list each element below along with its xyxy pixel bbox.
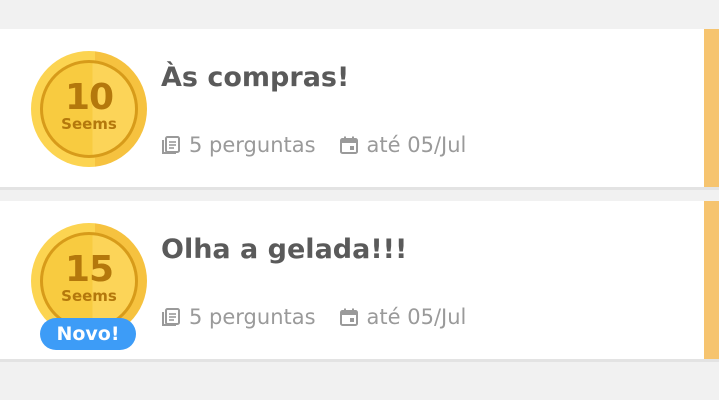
card-accent-bar bbox=[704, 29, 719, 187]
reward-unit: Seems bbox=[61, 287, 117, 305]
calendar-icon bbox=[339, 135, 359, 155]
calendar-icon bbox=[339, 307, 359, 327]
new-badge: Novo! bbox=[40, 318, 136, 350]
quiz-title: Às compras! bbox=[161, 62, 350, 93]
reward-coin: 10 Seems bbox=[31, 51, 147, 167]
deadline-label: até 05/Jul bbox=[366, 305, 467, 329]
questions-icon bbox=[161, 307, 181, 327]
questions-count: 5 perguntas bbox=[161, 132, 316, 158]
quiz-title: Olha a gelada!!! bbox=[161, 234, 408, 265]
reward-coin-face: 15 Seems bbox=[40, 232, 138, 330]
deadline: até 05/Jul bbox=[339, 304, 467, 330]
quiz-meta: 5 perguntas até 05/Jul bbox=[161, 304, 466, 330]
questions-icon bbox=[161, 135, 181, 155]
deadline-label: até 05/Jul bbox=[366, 133, 467, 157]
reward-coin-face: 10 Seems bbox=[40, 60, 138, 158]
card-accent-bar bbox=[704, 201, 719, 359]
questions-count: 5 perguntas bbox=[161, 304, 316, 330]
quiz-card[interactable]: 15 Seems Novo! Olha a gelada!!! 5 pergun… bbox=[0, 201, 719, 359]
questions-label: 5 perguntas bbox=[189, 305, 316, 329]
questions-label: 5 perguntas bbox=[189, 133, 316, 157]
quiz-meta: 5 perguntas até 05/Jul bbox=[161, 132, 466, 158]
deadline: até 05/Jul bbox=[339, 132, 467, 158]
quiz-card[interactable]: 10 Seems Às compras! 5 perguntas até 05/… bbox=[0, 29, 719, 187]
reward-unit: Seems bbox=[61, 115, 117, 133]
reward-value: 10 bbox=[64, 77, 114, 118]
reward-value: 15 bbox=[64, 249, 114, 290]
